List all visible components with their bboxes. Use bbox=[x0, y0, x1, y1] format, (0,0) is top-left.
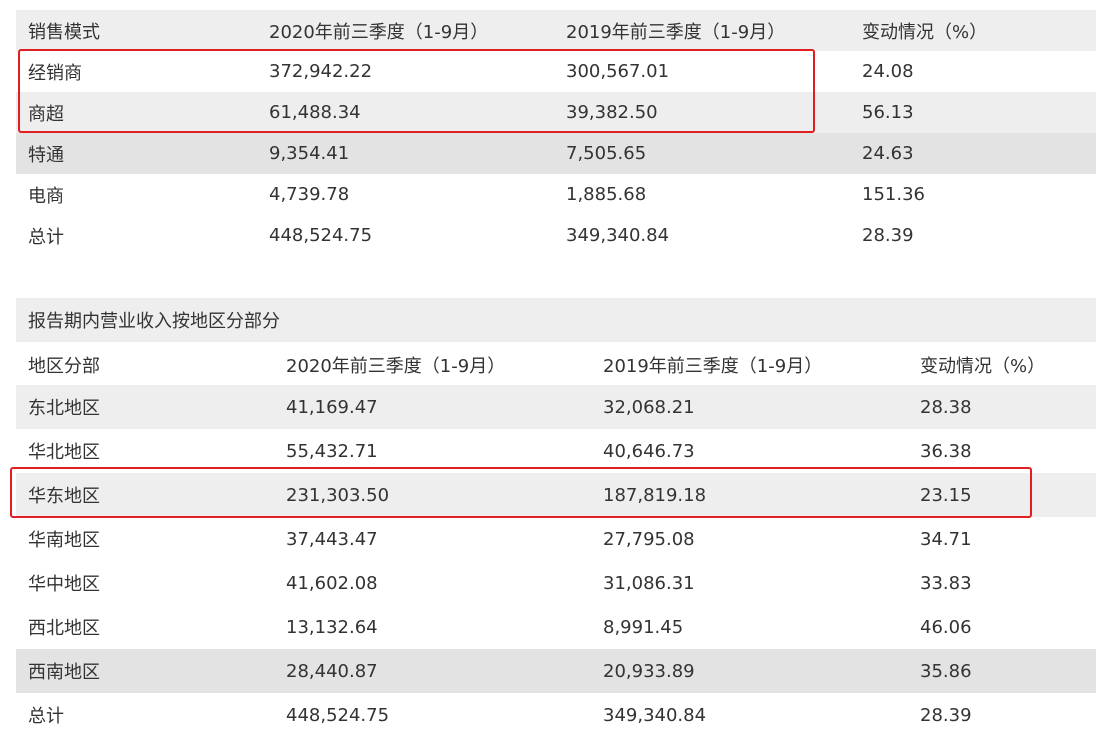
value-2019: 187,819.18 bbox=[603, 484, 707, 506]
change-percent: 35.86 bbox=[920, 660, 972, 682]
header-cell: 变动情况（%） bbox=[862, 21, 988, 43]
row-label: 东北地区 bbox=[28, 398, 100, 419]
change-percent: 151.36 bbox=[862, 184, 925, 205]
table-row: 电商 4,739.78 1,885.68 151.36 bbox=[16, 174, 1096, 215]
value-2019: 31,086.31 bbox=[603, 572, 695, 594]
table-row-total: 总计 448,524.75 349,340.84 28.39 bbox=[16, 693, 1096, 737]
row-label: 商超 bbox=[28, 103, 64, 125]
value-2019: 349,340.84 bbox=[566, 225, 670, 246]
value-2019: 40,646.73 bbox=[603, 440, 695, 462]
value-2020: 13,132.64 bbox=[286, 616, 378, 638]
value-2020: 37,443.47 bbox=[286, 528, 378, 550]
value-2019: 349,340.84 bbox=[603, 704, 707, 726]
value-2019: 39,382.50 bbox=[566, 102, 658, 123]
header-cell: 地区分部 bbox=[28, 355, 100, 377]
value-2020: 55,432.71 bbox=[286, 440, 378, 462]
value-2020: 61,488.34 bbox=[269, 102, 361, 123]
change-percent: 24.63 bbox=[862, 143, 914, 164]
table-header-row: 销售模式 2020年前三季度（1-9月） 2019年前三季度（1-9月） 变动情… bbox=[16, 10, 1096, 51]
value-2020: 448,524.75 bbox=[286, 704, 390, 726]
change-percent: 34.71 bbox=[920, 528, 972, 550]
change-percent: 56.13 bbox=[862, 102, 914, 123]
region-table: 地区分部 2020年前三季度（1-9月） 2019年前三季度（1-9月） 变动情… bbox=[16, 344, 1096, 737]
change-percent: 33.83 bbox=[920, 572, 972, 594]
table-row: 东北地区 41,169.47 32,068.21 28.38 bbox=[16, 385, 1096, 429]
change-percent: 23.15 bbox=[920, 484, 972, 506]
value-2019: 1,885.68 bbox=[566, 184, 647, 205]
table-row: 西北地区 13,132.64 8,991.45 46.06 bbox=[16, 605, 1096, 649]
table-row-total: 总计 448,524.75 349,340.84 28.39 bbox=[16, 215, 1096, 256]
change-percent: 24.08 bbox=[862, 61, 914, 82]
row-label: 华东地区 bbox=[28, 486, 100, 507]
section-caption: 报告期内营业收入按地区分部分 bbox=[16, 298, 1096, 342]
header-cell: 2020年前三季度（1-9月） bbox=[269, 21, 489, 43]
row-label: 经销商 bbox=[28, 62, 82, 84]
value-2020: 231,303.50 bbox=[286, 484, 390, 506]
change-percent: 28.39 bbox=[920, 704, 972, 726]
table-row: 华南地区 37,443.47 27,795.08 34.71 bbox=[16, 517, 1096, 561]
sales-mode-table: 销售模式 2020年前三季度（1-9月） 2019年前三季度（1-9月） 变动情… bbox=[16, 10, 1096, 256]
value-2019: 7,505.65 bbox=[566, 143, 647, 164]
value-2020: 9,354.41 bbox=[269, 143, 350, 164]
header-cell: 变动情况（%） bbox=[920, 355, 1046, 377]
row-label: 华中地区 bbox=[28, 574, 100, 595]
table-row: 华中地区 41,602.08 31,086.31 33.83 bbox=[16, 561, 1096, 605]
row-label: 西南地区 bbox=[28, 662, 100, 683]
header-cell: 2020年前三季度（1-9月） bbox=[286, 355, 506, 377]
change-percent: 36.38 bbox=[920, 440, 972, 462]
row-label: 华南地区 bbox=[28, 530, 100, 551]
header-cell: 2019年前三季度（1-9月） bbox=[603, 355, 823, 377]
row-label: 电商 bbox=[28, 185, 64, 207]
value-2019: 32,068.21 bbox=[603, 396, 695, 418]
value-2019: 27,795.08 bbox=[603, 528, 695, 550]
header-cell: 2019年前三季度（1-9月） bbox=[566, 21, 786, 43]
table-row: 华北地区 55,432.71 40,646.73 36.38 bbox=[16, 429, 1096, 473]
change-percent: 46.06 bbox=[920, 616, 972, 638]
value-2020: 41,602.08 bbox=[286, 572, 378, 594]
value-2020: 4,739.78 bbox=[269, 184, 350, 205]
change-percent: 28.38 bbox=[920, 396, 972, 418]
value-2020: 372,942.22 bbox=[269, 61, 373, 82]
value-2019: 20,933.89 bbox=[603, 660, 695, 682]
value-2020: 28,440.87 bbox=[286, 660, 378, 682]
row-label: 总计 bbox=[28, 226, 64, 248]
row-label: 华北地区 bbox=[28, 442, 100, 463]
table-row: 华东地区 231,303.50 187,819.18 23.15 bbox=[16, 473, 1096, 517]
value-2019: 300,567.01 bbox=[566, 61, 670, 82]
value-2019: 8,991.45 bbox=[603, 616, 684, 638]
table-row: 特通 9,354.41 7,505.65 24.63 bbox=[16, 133, 1096, 174]
change-percent: 28.39 bbox=[862, 225, 914, 246]
table-header-row: 地区分部 2020年前三季度（1-9月） 2019年前三季度（1-9月） 变动情… bbox=[16, 344, 1096, 385]
table-row: 商超 61,488.34 39,382.50 56.13 bbox=[16, 92, 1096, 133]
section-caption-text: 报告期内营业收入按地区分部分 bbox=[28, 311, 280, 332]
row-label: 西北地区 bbox=[28, 618, 100, 639]
header-cell: 销售模式 bbox=[28, 21, 100, 43]
value-2020: 448,524.75 bbox=[269, 225, 373, 246]
table-row: 西南地区 28,440.87 20,933.89 35.86 bbox=[16, 649, 1096, 693]
row-label: 总计 bbox=[28, 706, 64, 727]
value-2020: 41,169.47 bbox=[286, 396, 378, 418]
table-row: 经销商 372,942.22 300,567.01 24.08 bbox=[16, 51, 1096, 92]
row-label: 特通 bbox=[28, 144, 64, 166]
